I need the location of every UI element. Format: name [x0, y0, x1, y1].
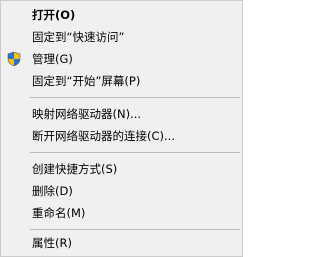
menu-item-disconnect-network-drive[interactable]: 断开网络驱动器的连接(C)...: [1, 125, 242, 147]
menu-item-manage[interactable]: 管理(G): [1, 48, 242, 70]
menu-item-rename[interactable]: 重命名(M): [1, 202, 242, 224]
menu-separator: [30, 229, 240, 230]
menu-item-delete[interactable]: 删除(D): [1, 180, 242, 202]
menu-item-label: 重命名(M): [32, 206, 86, 220]
menu-item-pin-quick-access[interactable]: 固定到“快速访问”: [1, 26, 242, 48]
menu-item-label: 管理(G): [32, 52, 73, 66]
menu-item-label: 删除(D): [32, 184, 73, 198]
menu-item-pin-start[interactable]: 固定到“开始”屏幕(P): [1, 70, 242, 92]
menu-item-map-network-drive[interactable]: 映射网络驱动器(N)...: [1, 103, 242, 125]
menu-item-label: 固定到“快速访问”: [32, 30, 125, 44]
menu-separator: [30, 97, 240, 98]
menu-item-create-shortcut[interactable]: 创建快捷方式(S): [1, 158, 242, 180]
context-menu: 打开(O) 固定到“快速访问” 管理(G) 固定到“开始”屏幕(P) 映射网络驱…: [0, 0, 243, 257]
menu-item-label: 映射网络驱动器(N)...: [32, 107, 142, 121]
menu-item-open[interactable]: 打开(O): [1, 4, 242, 26]
menu-item-label: 断开网络驱动器的连接(C)...: [32, 129, 175, 143]
menu-item-label: 属性(R): [32, 236, 72, 250]
menu-item-label: 打开(O): [32, 8, 76, 22]
menu-item-properties[interactable]: 属性(R): [1, 232, 242, 254]
menu-item-label: 创建快捷方式(S): [32, 162, 118, 176]
uac-shield-icon: [7, 51, 21, 67]
menu-separator: [30, 152, 240, 153]
menu-item-label: 固定到“开始”屏幕(P): [32, 74, 141, 88]
